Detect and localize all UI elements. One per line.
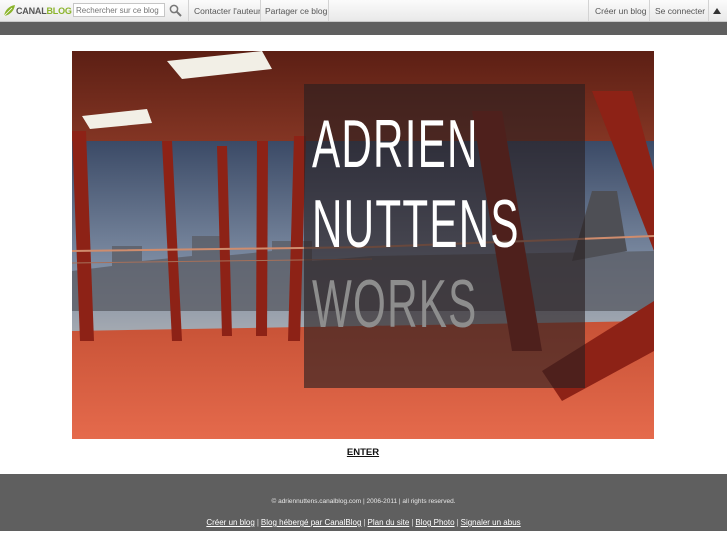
- copyright-text: © adriennuttens.canalblog.com | 2006-201…: [271, 498, 456, 505]
- footer-link-hosted-by[interactable]: Blog hébergé par CanalBlog: [261, 518, 362, 527]
- toolbar-divider: [649, 0, 650, 21]
- title-line-adrien: ADRIEN: [312, 106, 479, 182]
- share-blog-link[interactable]: Partager ce blog: [265, 6, 327, 16]
- search-button[interactable]: [167, 3, 184, 18]
- title-line-works: WORKS: [312, 266, 478, 342]
- search-icon: [169, 4, 182, 17]
- toolbar-divider: [588, 0, 589, 21]
- contact-author-link[interactable]: Contacter l'auteur: [194, 6, 261, 16]
- brand-suffix: BLOG: [46, 5, 72, 16]
- top-toolbar: CANALBLOG Contacter l'auteur Partager ce…: [0, 0, 727, 22]
- toolbar-divider: [708, 0, 709, 21]
- canalblog-leaf-icon: [3, 5, 15, 17]
- footer-link-photo-blog[interactable]: Blog Photo: [415, 518, 454, 527]
- header-band: [0, 22, 727, 35]
- toolbar-divider: [260, 0, 261, 21]
- footer-link-sitemap[interactable]: Plan du site: [368, 518, 410, 527]
- enter-link[interactable]: ENTER: [330, 447, 396, 458]
- title-line-nuttens: NUTTENS: [312, 186, 520, 262]
- footer-link-report-abuse[interactable]: Signaler un abus: [461, 518, 521, 527]
- footer-links: Créer un blog | Blog hébergé par CanalBlog…: [0, 518, 727, 527]
- toolbar-divider: [188, 0, 189, 21]
- canalblog-wordmark: CANALBLOG: [16, 6, 72, 16]
- footer-link-create-blog[interactable]: Créer un blog: [206, 518, 254, 527]
- login-link[interactable]: Se connecter: [655, 6, 705, 16]
- footer: © adriennuttens.canalblog.com | 2006-201…: [0, 474, 727, 531]
- canalblog-logo[interactable]: CANALBLOG: [3, 3, 72, 18]
- brand-prefix: CANAL: [16, 5, 47, 16]
- search-input[interactable]: [73, 3, 165, 17]
- title-overlay: ADRIEN NUTTENS WORKS: [304, 84, 585, 388]
- create-blog-link[interactable]: Créer un blog: [595, 6, 647, 16]
- toolbar-divider: [328, 0, 329, 21]
- collapse-toolbar-button[interactable]: [712, 6, 722, 16]
- triangle-up-icon: [713, 8, 721, 14]
- hero-image: ADRIEN NUTTENS WORKS: [72, 51, 654, 439]
